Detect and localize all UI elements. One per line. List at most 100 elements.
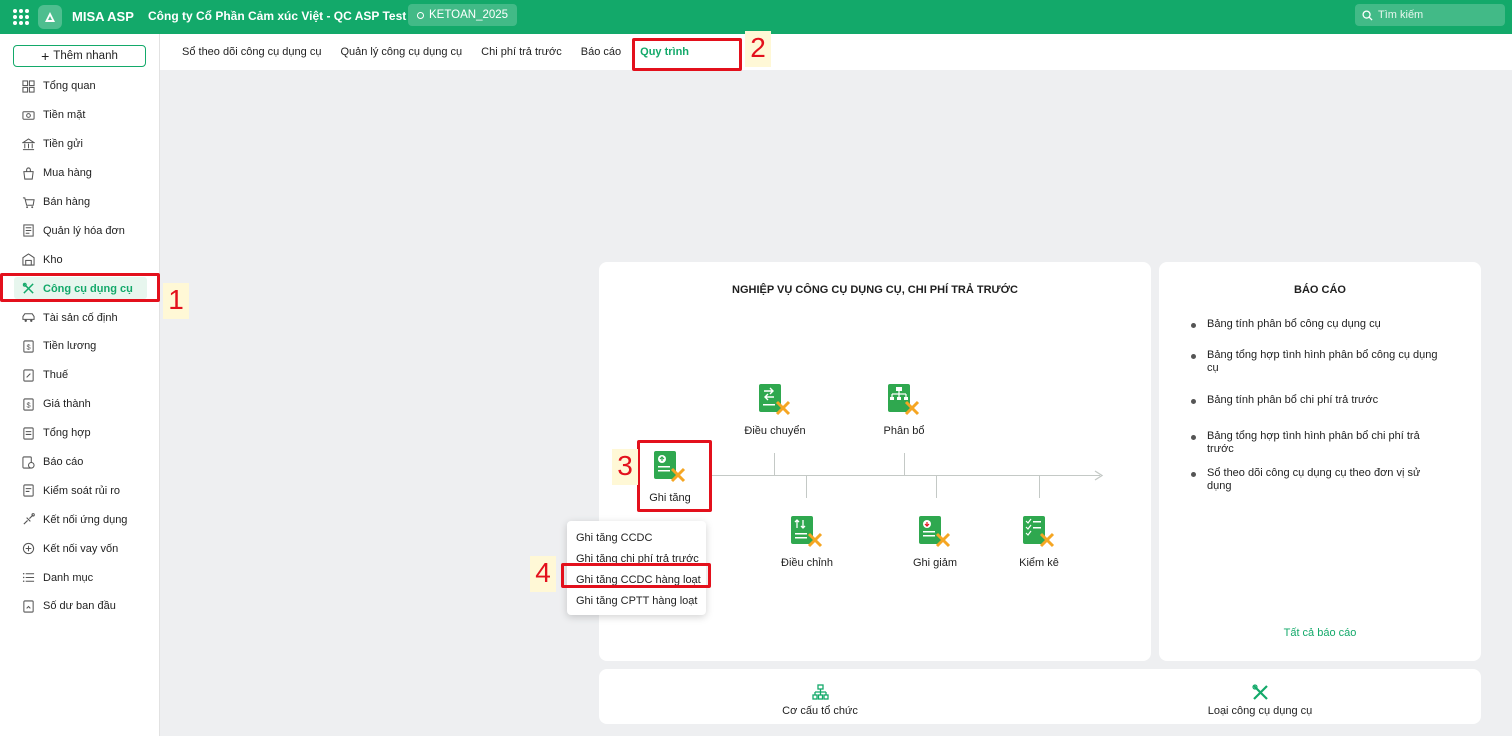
bottom-panel [599, 669, 1481, 724]
timeline-arrow-icon [1094, 470, 1104, 481]
shopping-bag-icon [22, 167, 35, 180]
sidebar-item-9[interactable]: $ Tiền lương [0, 332, 160, 361]
sidebar-item-label: Danh mục [43, 571, 94, 584]
sidebar-item-label: Quản lý hóa đơn [43, 224, 125, 237]
sidebar-item-13[interactable]: Báo cáo [0, 448, 160, 477]
connector-phan-bo [904, 453, 905, 475]
database-name: KETOAN_2025 [429, 9, 509, 21]
report-item-label: Bảng tổng hợp tình hình phân bổ chi phí … [1207, 430, 1420, 455]
company-name[interactable]: Công ty Cổ Phần Cảm xúc Việt - QC ASP Te… [148, 9, 406, 23]
dropdown-item-3[interactable]: Ghi tăng CPTT hàng loạt [567, 590, 706, 611]
sidebar-item-label: Tổng hợp [43, 427, 91, 440]
tool-type-link[interactable]: Loại công cụ dụng cụ [1190, 684, 1330, 717]
node-dieu-chuyen[interactable]: Điều chuyển [730, 382, 820, 437]
tab-2[interactable]: Chi phí trả trước [481, 46, 562, 58]
sidebar-item-label: Tiền mặt [43, 109, 86, 122]
apps-grid-icon[interactable] [13, 9, 29, 25]
sidebar: + Thêm nhanh Tổng quan Tiền mặt Tiền gửi Mu… [0, 34, 160, 736]
node-dieu-chuyen-label: Điều chuyển [744, 425, 806, 437]
sidebar-item-label: Công cụ dụng cụ [43, 282, 133, 295]
dropdown-item-0[interactable]: Ghi tăng CCDC [567, 527, 706, 548]
sidebar-item-5[interactable]: Quản lý hóa đơn [0, 216, 160, 245]
database-selector[interactable]: KETOAN_2025 [408, 4, 518, 26]
sidebar-item-14[interactable]: Kiểm soát rủi ro [0, 476, 160, 505]
tab-1[interactable]: Quản lý công cụ dụng cụ [340, 46, 462, 58]
sidebar-item-2[interactable]: Tiền gửi [0, 130, 160, 159]
report-item[interactable]: Sổ theo dõi công cụ dụng cụ theo đơn vị … [1191, 467, 1446, 493]
process-title: NGHIỆP VỤ CÔNG CỤ DỤNG CỤ, CHI PHÍ TRẢ T… [732, 284, 1018, 296]
node-dieu-chinh[interactable]: Điều chỉnh [762, 514, 852, 569]
sidebar-item-15[interactable]: Kết nối ứng dụng [0, 505, 160, 534]
plug-icon [22, 513, 35, 526]
sidebar-item-11[interactable]: $ Giá thành [0, 390, 160, 419]
tab-0[interactable]: Sổ theo dõi công cụ dụng cụ [182, 46, 321, 58]
sidebar-item-17[interactable]: Danh mục [0, 563, 160, 592]
tools-icon [22, 282, 35, 295]
annotation-box-3 [637, 440, 712, 512]
sidebar-item-4[interactable]: Bán hàng [0, 188, 160, 217]
sidebar-item-6[interactable]: Kho [0, 245, 160, 274]
app-name: MISA ASP [72, 9, 134, 24]
report-title: BÁO CÁO [1294, 284, 1346, 296]
report-item-label: Bảng tính phân bổ công cụ dụng cụ [1207, 318, 1381, 330]
annotation-number-1: 1 [163, 283, 189, 319]
sidebar-item-18[interactable]: Số dư ban đầu [0, 592, 160, 621]
invoice-icon [22, 224, 35, 237]
sidebar-item-1[interactable]: Tiền mặt [0, 101, 160, 130]
svg-text:$: $ [26, 400, 30, 409]
sidebar-item-10[interactable]: Thuế [0, 361, 160, 390]
node-ghi-giam-label: Ghi giảm [912, 557, 958, 569]
sidebar-item-label: Kết nối ứng dụng [43, 513, 128, 526]
cost-icon: $ [22, 398, 35, 411]
module-tabs: Sổ theo dõi công cụ dụng cụ Quản lý công … [160, 34, 1512, 70]
database-status-icon [417, 11, 424, 19]
bullet-icon [1191, 323, 1196, 328]
tab-3[interactable]: Báo cáo [581, 46, 621, 58]
top-bar: MISA ASP Công ty Cổ Phần Cảm xúc Việt - … [0, 0, 1512, 34]
report-item[interactable]: Bảng tính phân bổ chi phí trả trước [1191, 394, 1446, 407]
sidebar-item-3[interactable]: Mua hàng [0, 159, 160, 188]
sidebar-item-label: Kiểm soát rủi ro [43, 484, 121, 497]
car-icon [22, 311, 35, 324]
kiem-ke-icon [1023, 516, 1055, 548]
loan-icon [22, 542, 35, 555]
report-item[interactable]: Bảng tính phân bổ công cụ dụng cụ [1191, 318, 1446, 331]
report-item-label: Bảng tổng hợp tình hình phân bổ công cụ … [1207, 349, 1438, 374]
cash-icon [22, 109, 35, 122]
report-item[interactable]: Bảng tổng hợp tình hình phân bổ chi phí … [1191, 430, 1446, 456]
node-kiem-ke[interactable]: Kiểm kê [994, 514, 1084, 569]
node-phan-bo[interactable]: Phân bổ [859, 382, 949, 437]
sidebar-item-12[interactable]: Tổng hợp [0, 419, 160, 448]
sidebar-item-label: Kết nối vay vốn [43, 542, 119, 555]
process-timeline [712, 475, 1100, 476]
report-item[interactable]: Bảng tổng hợp tình hình phân bổ công cụ … [1191, 349, 1446, 375]
annotation-number-2: 2 [745, 31, 771, 67]
all-reports-link[interactable]: Tất cả báo cáo [1159, 627, 1481, 639]
annotation-number-3: 3 [612, 449, 638, 485]
node-ghi-giam[interactable]: Ghi giảm [890, 514, 980, 569]
salary-icon: $ [22, 340, 35, 353]
sidebar-menu: Tổng quan Tiền mặt Tiền gửi Mua hàng Bán hàn… [0, 72, 160, 621]
list-icon [22, 571, 35, 584]
node-kiem-ke-label: Kiểm kê [1019, 557, 1059, 569]
opening-balance-icon [22, 600, 35, 613]
sidebar-item-label: Tài sản cố định [43, 311, 118, 324]
sidebar-item-label: Số dư ban đầu [43, 600, 116, 613]
quick-add-label: Thêm nhanh [53, 50, 118, 62]
search-input[interactable] [1378, 9, 1498, 21]
sidebar-item-16[interactable]: Kết nối vay vốn [0, 534, 160, 563]
tool-type-label: Loại công cụ dụng cụ [1207, 705, 1313, 717]
sidebar-item-0[interactable]: Tổng quan [0, 72, 160, 101]
annotation-box-4 [561, 563, 711, 588]
org-structure-link[interactable]: Cơ cấu tổ chức [760, 684, 880, 717]
quick-add-button[interactable]: + Thêm nhanh [13, 45, 146, 67]
bullet-icon [1191, 399, 1196, 404]
sidebar-item-label: Giá thành [43, 398, 91, 411]
tools-icon [1251, 684, 1268, 700]
node-phan-bo-label: Phân bổ [883, 425, 925, 437]
sidebar-item-8[interactable]: Tài sản cố định [0, 303, 160, 332]
search-box[interactable] [1355, 4, 1505, 26]
sidebar-item-label: Bán hàng [43, 196, 91, 208]
connector-dieu-chuyen [774, 453, 775, 475]
annotation-number-4: 4 [530, 556, 556, 592]
